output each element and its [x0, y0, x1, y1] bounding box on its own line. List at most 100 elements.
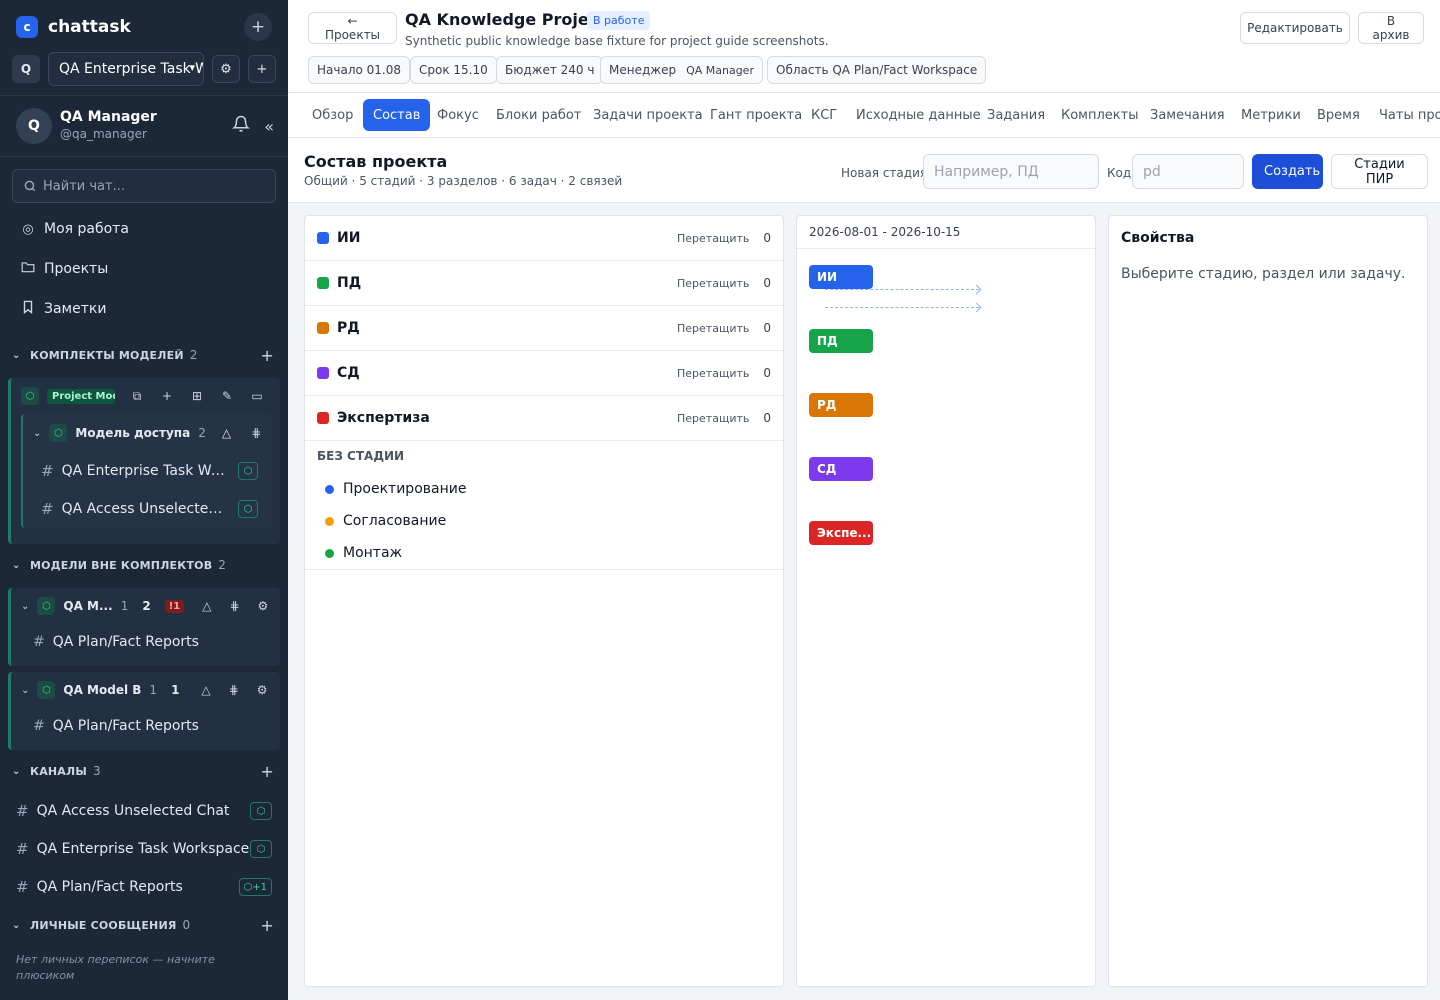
channel-item[interactable]: # QA Access Unselected Chat ⬡	[16, 799, 272, 823]
new-chat-button[interactable]: +	[244, 13, 272, 41]
stage-name: РД	[337, 320, 360, 336]
channel-label: QA Enterprise Task Workspace	[36, 841, 250, 857]
nav-label: Заметки	[44, 301, 107, 317]
section-channels[interactable]: ⌄ КАНАЛЫ 3 +	[12, 761, 274, 781]
stage-code-input[interactable]	[1132, 154, 1244, 189]
section-model-sets[interactable]: ⌄ КОМПЛЕКТЫ МОДЕЛЕЙ 2 +	[12, 345, 274, 365]
workspace-avatar[interactable]: Q	[12, 55, 40, 83]
bell-icon[interactable]	[231, 115, 251, 137]
add-dm-button[interactable]: +	[260, 916, 274, 935]
stage-timeline-panel: 2026-08-01 - 2026-10-15 ИИ ПД РД СД Эксп…	[796, 215, 1096, 987]
drag-handle[interactable]: Перетащить	[677, 232, 749, 245]
tab-composition[interactable]: Состав	[363, 99, 431, 131]
dependency-arrow	[825, 289, 979, 290]
archive-icon[interactable]: ▭	[249, 389, 265, 403]
table-icon[interactable]: ⋕	[251, 426, 261, 440]
stage-row[interactable]: Экспертиза Перетащить 0	[305, 396, 783, 441]
timeline-bar[interactable]: ИИ	[809, 265, 873, 289]
timeline-bar[interactable]: ПД	[809, 329, 873, 353]
channel-item[interactable]: # QA Plan/Fact Reports	[11, 624, 280, 660]
model-set-row[interactable]: ⬡ Project Models ⧉ + ⊞ ✎ ▭	[11, 378, 280, 414]
settings-icon[interactable]: ⚙	[257, 683, 268, 697]
tab-sets[interactable]: Комплекты	[1051, 99, 1149, 131]
model-count-secondary: 2	[142, 599, 151, 613]
tab-project-tasks[interactable]: Задачи проекта	[583, 99, 713, 131]
manager-chip: Менеджер QA Manager	[600, 56, 763, 84]
add-model-set-button[interactable]: +	[260, 346, 274, 365]
nav-my-work[interactable]: ◎ Моя работа	[20, 217, 129, 241]
stage-row[interactable]: ПД Перетащить 0	[305, 261, 783, 306]
edit-button[interactable]: Редактировать	[1240, 12, 1350, 44]
stage-row[interactable]: СД Перетащить 0	[305, 351, 783, 396]
tab-source-data[interactable]: Исходные данные	[846, 99, 991, 131]
collapse-sidebar-icon[interactable]: «	[264, 117, 274, 136]
nav-label: Проекты	[44, 261, 109, 277]
table-icon[interactable]: ⋕	[229, 599, 239, 613]
hash-icon: #	[16, 840, 29, 858]
workspace-select[interactable]: QA Enterprise Task Workspace ▾	[48, 52, 204, 86]
tab-time[interactable]: Время	[1307, 99, 1370, 131]
section-item[interactable]: Монтаж	[325, 542, 402, 564]
pir-stages-button[interactable]: Стадии ПИР	[1331, 154, 1428, 189]
tab-remarks[interactable]: Замечания	[1140, 99, 1235, 131]
copy-icon[interactable]: ⧉	[129, 389, 145, 404]
nav-notes[interactable]: Заметки	[20, 297, 106, 321]
user-handle: @qa_manager	[60, 127, 147, 141]
channel-item[interactable]: # QA Access Unselected Chat ⬡	[23, 490, 272, 528]
drag-handle[interactable]: Перетащить	[677, 322, 749, 335]
tab-ksg[interactable]: КСГ	[801, 99, 847, 131]
table-icon[interactable]: ⋕	[229, 683, 239, 697]
timeline-bar[interactable]: Экспе...	[809, 521, 873, 545]
model-row[interactable]: ⌄ ⬡ Модель доступа 2 △ ⋕	[23, 414, 272, 452]
section-item[interactable]: Проектирование	[325, 478, 466, 500]
model-row[interactable]: ⌄ ⬡ QA Model B 1 1 △ ⋕ ⚙	[11, 672, 280, 708]
chat-search[interactable]	[12, 169, 276, 203]
add-workspace-button[interactable]: +	[248, 55, 276, 83]
avatar[interactable]: Q	[16, 108, 52, 144]
model-row[interactable]: ⌄ ⬡ QA M... 1 2 !1 △ ⋕ ⚙	[11, 588, 280, 624]
section-direct-messages[interactable]: ⌄ ЛИЧНЫЕ СООБЩЕНИЯ 0 +	[12, 915, 274, 935]
workspace-settings-button[interactable]: ⚙	[212, 55, 240, 83]
tab-project-gantt[interactable]: Гант проекта	[700, 99, 812, 131]
drag-handle[interactable]: Перетащить	[677, 277, 749, 290]
tab-assignments[interactable]: Задания	[977, 99, 1055, 131]
pencil-icon[interactable]: ✎	[219, 389, 235, 403]
section-title: КОМПЛЕКТЫ МОДЕЛЕЙ	[30, 348, 184, 362]
stage-row[interactable]: РД Перетащить 0	[305, 306, 783, 351]
back-to-projects-button[interactable]: ← Проекты	[308, 12, 397, 44]
tab-work-blocks[interactable]: Блоки работ	[486, 99, 591, 131]
archive-button[interactable]: В архив	[1358, 12, 1424, 44]
logo-row: c chattask +	[16, 13, 272, 41]
timeline-range: 2026-08-01 - 2026-10-15	[797, 216, 1095, 249]
divider	[305, 569, 783, 570]
new-stage-input[interactable]	[923, 154, 1099, 189]
search-input[interactable]	[43, 178, 263, 194]
section-item[interactable]: Согласование	[325, 510, 446, 532]
plus-icon[interactable]: +	[159, 389, 175, 403]
stage-count: 0	[763, 411, 771, 425]
budget-chip: Бюджет 240 ч	[496, 56, 604, 84]
channel-item[interactable]: # QA Plan/Fact Reports	[11, 708, 280, 744]
channel-item[interactable]: # QA Enterprise Task Workspace ⬡	[23, 452, 272, 490]
tab-overview[interactable]: Обзор	[302, 99, 363, 131]
add-channel-button[interactable]: +	[260, 762, 274, 781]
tab-project-chats[interactable]: Чаты проекта	[1369, 99, 1440, 131]
model-count: 2	[198, 426, 206, 440]
channel-item[interactable]: # QA Enterprise Task Workspace ⬡	[16, 837, 272, 861]
create-stage-button[interactable]: Создать	[1252, 154, 1323, 189]
tab-metrics[interactable]: Метрики	[1231, 99, 1311, 131]
hash-icon: #	[33, 718, 45, 734]
timeline-bar[interactable]: РД	[809, 393, 873, 417]
cube-icon: ⬡	[250, 840, 272, 858]
drag-handle[interactable]: Перетащить	[677, 367, 749, 380]
stage-row[interactable]: ИИ Перетащить 0	[305, 216, 783, 261]
plus-icon: +	[256, 61, 268, 77]
drag-handle[interactable]: Перетащить	[677, 412, 749, 425]
grid-icon[interactable]: ⊞	[189, 389, 205, 403]
timeline-bar[interactable]: СД	[809, 457, 873, 481]
nav-projects[interactable]: Проекты	[20, 257, 108, 281]
tab-focus[interactable]: Фокус	[427, 99, 489, 131]
channel-item[interactable]: # QA Plan/Fact Reports ⬡+1	[16, 875, 272, 899]
settings-icon[interactable]: ⚙	[258, 599, 269, 613]
section-models-outside[interactable]: ⌄ МОДЕЛИ ВНЕ КОМПЛЕКТОВ 2	[12, 555, 274, 575]
